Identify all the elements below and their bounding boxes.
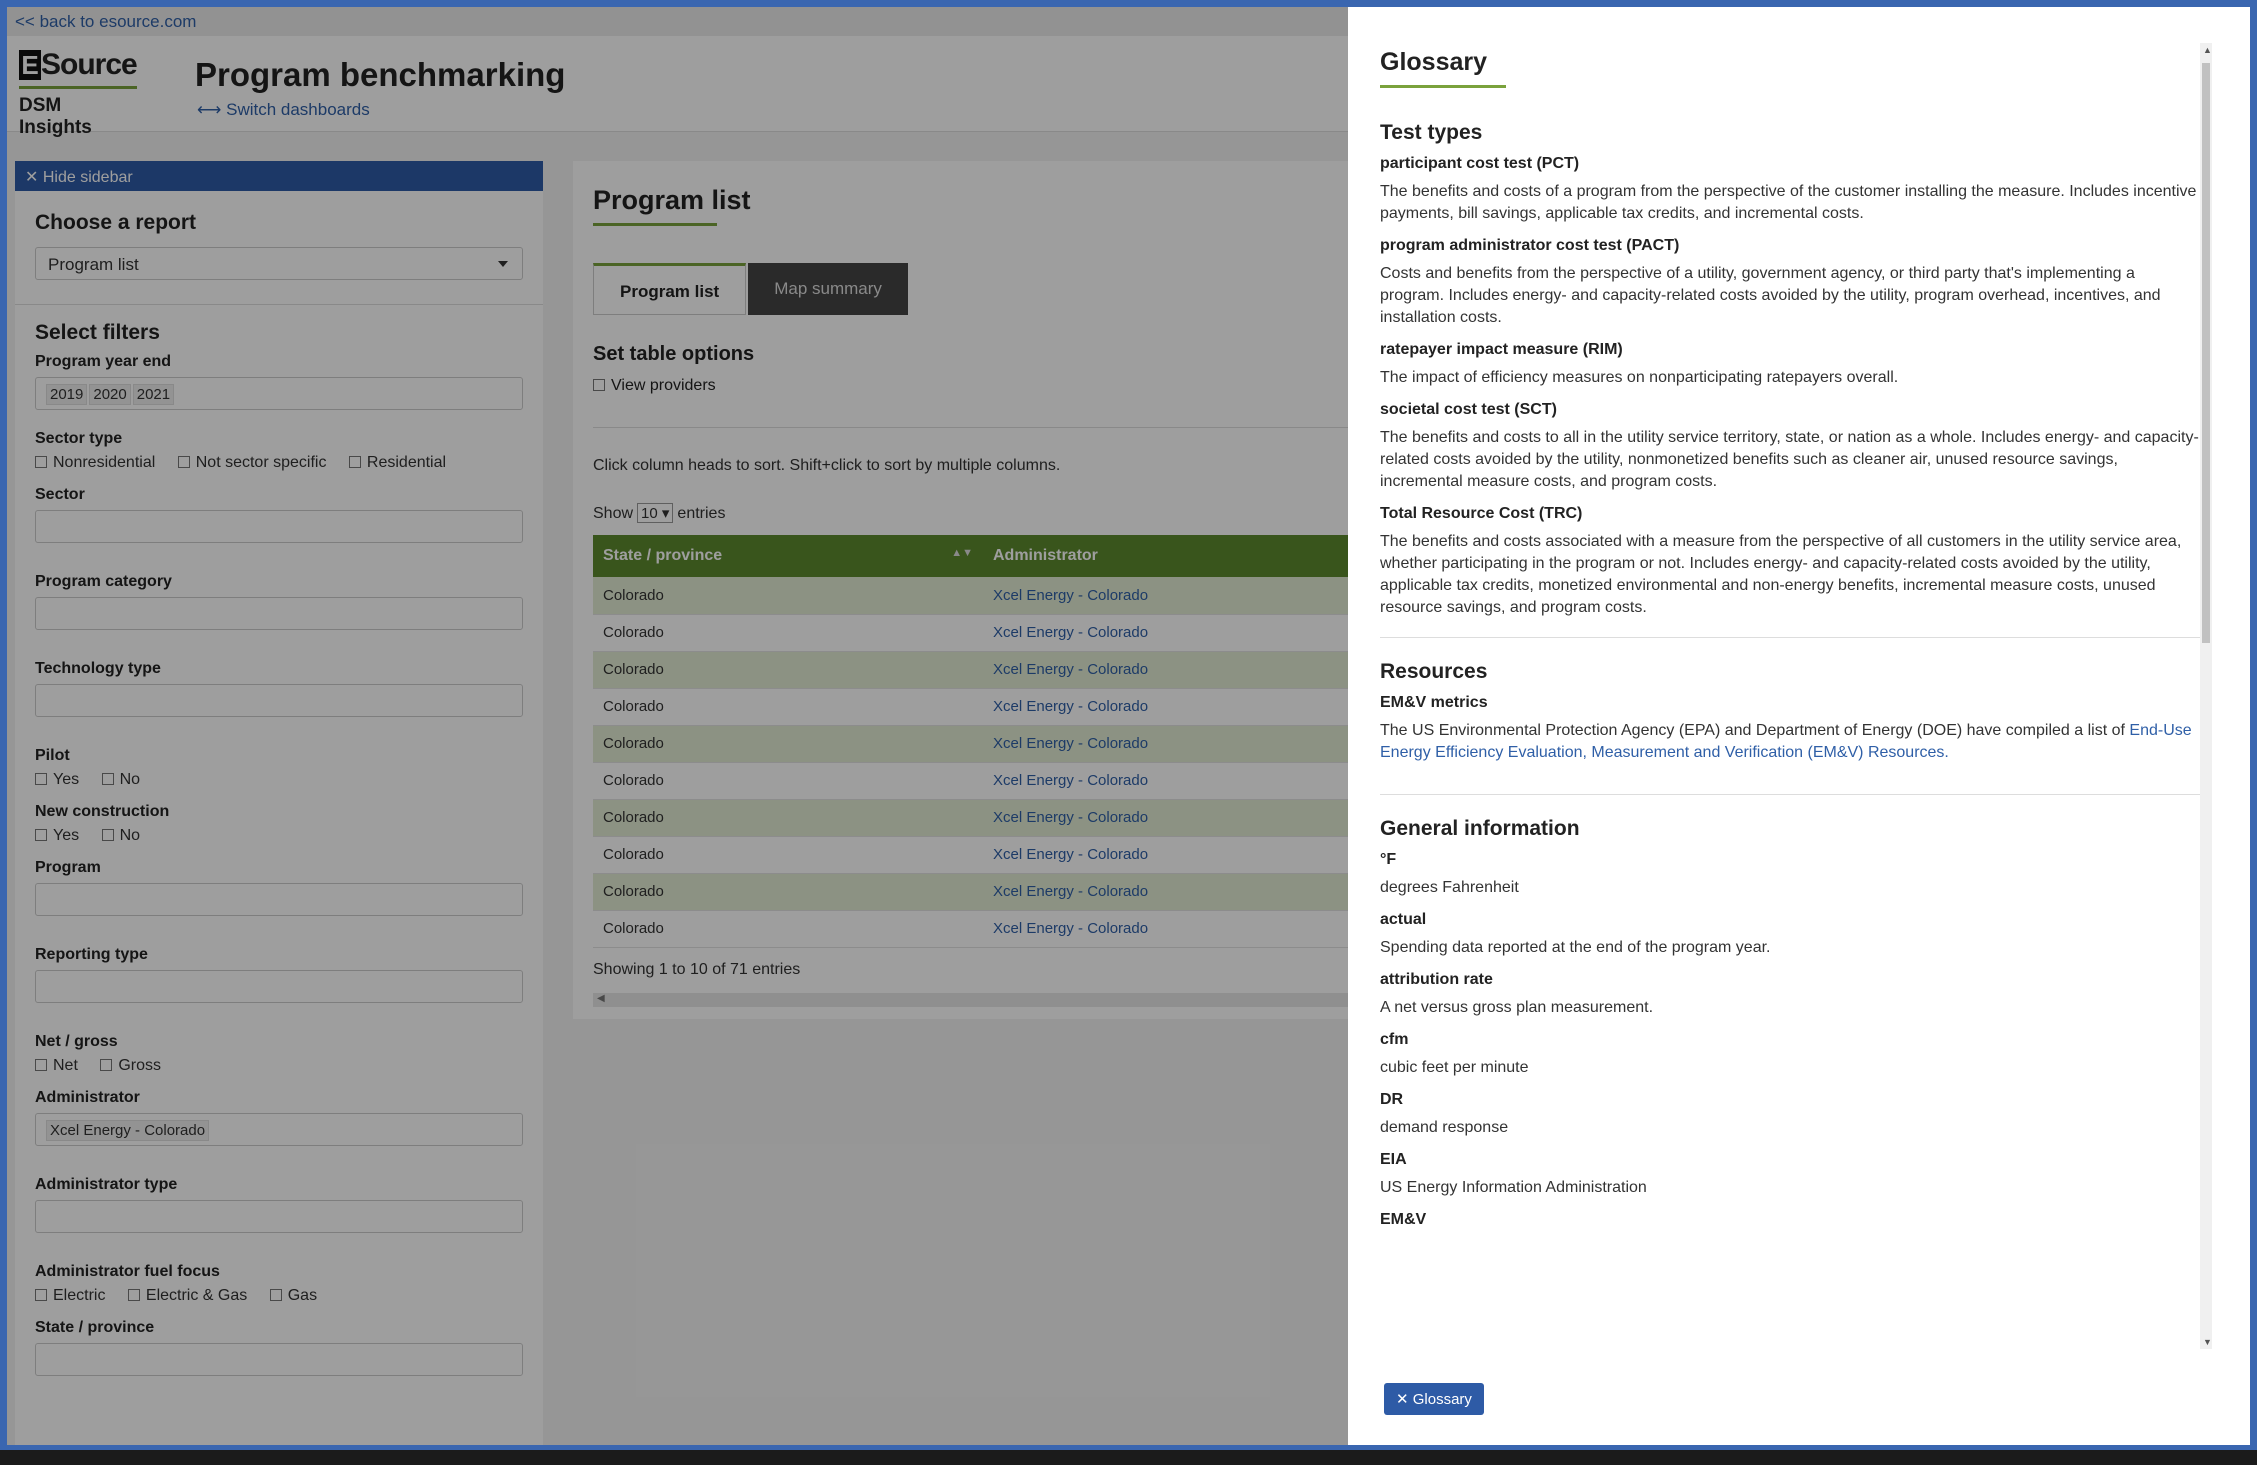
glossary-definition: Spending data reported at the end of the…	[1380, 939, 1771, 956]
glossary-content[interactable]: Test types participant cost test (PCT) Th…	[1380, 111, 2200, 1347]
divider	[1380, 794, 2200, 795]
glossary-term: cfm	[1380, 1031, 1409, 1048]
glossary-title: Glossary	[1380, 48, 1488, 76]
scroll-up-icon[interactable]: ▲	[2203, 45, 2212, 55]
close-glossary-button[interactable]: ✕ Glossary	[1384, 1383, 1484, 1415]
glossary-term: program administrator cost test (PACT)	[1380, 237, 1680, 254]
glossary-definition: The impact of efficiency measures on non…	[1380, 369, 1899, 386]
glossary-term: EM&V	[1380, 1211, 1427, 1228]
modal-backdrop[interactable]	[7, 7, 1348, 1445]
glossary-definition: The US Environmental Protection Agency (…	[1380, 722, 2192, 761]
close-glossary-label: Glossary	[1412, 1391, 1472, 1408]
glossary-term: EM&V metrics	[1380, 694, 1488, 711]
glossary-definition: degrees Fahrenheit	[1380, 879, 1519, 896]
divider	[1380, 637, 2200, 638]
glossary-definition: US Energy Information Administration	[1380, 1179, 1647, 1196]
glossary-definition: The benefits and costs to all in the uti…	[1380, 429, 2199, 490]
close-icon: ✕	[1396, 1391, 1409, 1408]
glossary-term: attribution rate	[1380, 971, 1493, 988]
vertical-scrollbar[interactable]: ▲ ▼	[2200, 43, 2212, 1349]
title-underline	[1380, 85, 1506, 88]
glossary-definition: Costs and benefits from the perspective …	[1380, 265, 2161, 326]
glossary-definition: The benefits and costs of a program from…	[1380, 183, 2197, 222]
section-heading-resources: Resources	[1380, 660, 1488, 683]
glossary-term: participant cost test (PCT)	[1380, 155, 1580, 172]
section-heading-general: General information	[1380, 817, 1580, 840]
glossary-term: actual	[1380, 911, 1427, 928]
glossary-definition: A net versus gross plan measurement.	[1380, 999, 1654, 1016]
glossary-term: °F	[1380, 851, 1397, 868]
glossary-panel: Glossary Test types participant cost tes…	[1348, 7, 2250, 1445]
glossary-definition: The benefits and costs associated with a…	[1380, 533, 2182, 616]
scrollbar-thumb[interactable]	[2202, 63, 2210, 643]
glossary-term: EIA	[1380, 1151, 1407, 1168]
glossary-term: societal cost test (SCT)	[1380, 401, 1557, 418]
section-heading-test-types: Test types	[1380, 121, 1483, 144]
glossary-definition: cubic feet per minute	[1380, 1059, 1529, 1076]
glossary-term: DR	[1380, 1091, 1404, 1108]
glossary-term: ratepayer impact measure (RIM)	[1380, 341, 1623, 358]
glossary-term: Total Resource Cost (TRC)	[1380, 505, 1583, 522]
scroll-down-icon[interactable]: ▼	[2203, 1337, 2212, 1347]
glossary-definition: demand response	[1380, 1119, 1509, 1136]
